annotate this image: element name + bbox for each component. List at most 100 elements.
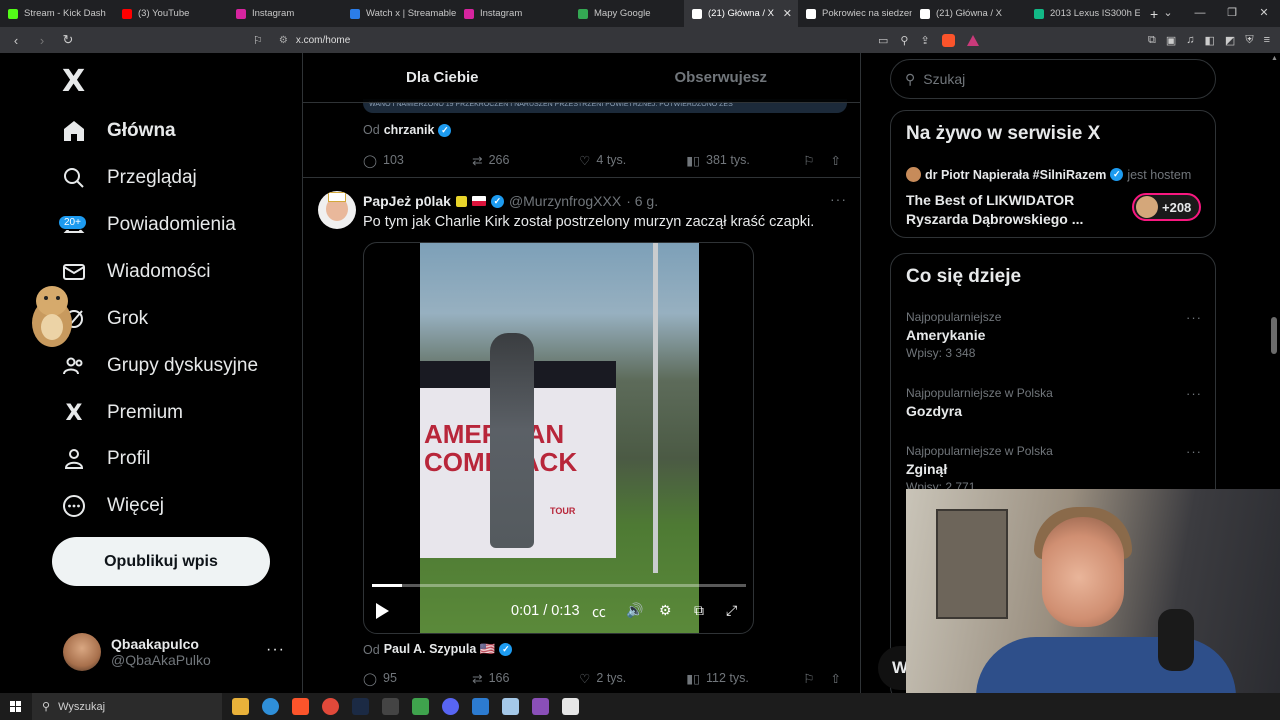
nav-item-premium[interactable]: X Premium <box>62 393 184 433</box>
more-icon[interactable]: ··· <box>1186 310 1202 325</box>
views-button[interactable]: ▮▯ 381 tys. <box>686 153 803 168</box>
extensions-icon[interactable]: ⧉ <box>1148 34 1156 47</box>
steam-icon[interactable] <box>352 698 369 715</box>
brave-icon[interactable] <box>292 698 309 715</box>
game-launcher-icon[interactable] <box>412 698 429 715</box>
volume-icon[interactable]: 🔊 <box>626 602 643 619</box>
nav-item-home[interactable]: Główna <box>62 111 176 151</box>
views-button[interactable]: ▮▯ 112 tys. <box>686 671 803 686</box>
post-button[interactable]: Opublikuj wpis <box>52 537 270 586</box>
nav-item-communities[interactable]: Grupy dyskusyjne <box>62 346 258 386</box>
url-text[interactable]: x.com/home <box>296 35 350 46</box>
more-icon[interactable]: ··· <box>1186 444 1202 459</box>
nav-item-more[interactable]: Więcej <box>62 486 164 526</box>
chrome-icon[interactable] <box>322 698 339 715</box>
more-icon[interactable]: ··· <box>266 641 285 659</box>
restore-button[interactable]: ❐ <box>1216 0 1248 27</box>
browser-tab[interactable]: 2013 Lexus IS300h Elit <box>1026 0 1140 27</box>
trend-item[interactable]: Najpopularniejsze w Polska Gozdyra ··· <box>906 386 1202 419</box>
taskbar-search[interactable]: ⚲ Wyszukaj <box>32 693 222 720</box>
menu-icon[interactable]: ≡ <box>1264 34 1270 46</box>
browser-tab[interactable]: Watch x | Streamable <box>342 0 456 27</box>
browser-tab[interactable]: Instagram <box>456 0 570 27</box>
browser-tab[interactable]: Stream - Kick Dash <box>0 0 114 27</box>
obs-icon[interactable] <box>382 698 399 715</box>
tweet-more-icon[interactable]: ··· <box>830 191 847 207</box>
source-name[interactable]: chrzanik <box>384 123 435 137</box>
browser-tab[interactable]: (21) Główna / X <box>912 0 1026 27</box>
browser-tab[interactable]: Pokrowiec na siedzenie <box>798 0 912 27</box>
scroll-up-arrow[interactable]: ▲ <box>1271 55 1278 62</box>
reply-button[interactable]: ◯ 103 <box>363 153 472 168</box>
cast-icon[interactable]: ▭ <box>878 34 888 47</box>
browser-tab[interactable]: (3) YouTube <box>114 0 228 27</box>
like-button[interactable]: ♡ 4 tys. <box>579 153 686 168</box>
browser-tab[interactable]: (21) Główna / X ✕ <box>684 0 798 27</box>
share-icon[interactable]: ⇪ <box>920 34 929 47</box>
bookmark-icon[interactable]: ⚐ <box>253 34 263 47</box>
pip-icon[interactable]: ⧉ <box>694 602 704 619</box>
repost-button[interactable]: ⇄ 266 <box>472 153 579 168</box>
app-window-icon[interactable] <box>562 698 579 715</box>
author-handle[interactable]: @MurzynfrogXXX <box>509 193 621 209</box>
bookmark-icon[interactable]: ⚐ <box>803 153 814 168</box>
browser-tab[interactable]: Instagram <box>228 0 342 27</box>
brave-shields-icon[interactable] <box>941 33 955 47</box>
bookmark-icon[interactable]: ⚐ <box>803 671 814 686</box>
account-switcher[interactable]: Qbaakapulco @QbaAkaPulko ··· <box>63 633 284 671</box>
start-button[interactable] <box>0 701 30 712</box>
sidebar-toggle-icon[interactable]: ◧ <box>1205 34 1215 47</box>
author-name[interactable]: PapJeż p0lak <box>363 193 451 209</box>
more-icon[interactable]: ··· <box>1186 386 1202 401</box>
trend-item[interactable]: Najpopularniejsze w Polska Zginął Wpisy:… <box>906 444 1202 494</box>
vpn-icon[interactable]: ⛨ <box>1245 34 1253 47</box>
screenshot-icon[interactable]: ▣ <box>1166 34 1176 47</box>
brave-rewards-icon[interactable] <box>966 34 979 46</box>
space-listeners-pill[interactable]: +208 <box>1132 193 1201 221</box>
close-tab-icon[interactable]: ✕ <box>783 7 792 20</box>
tab-for-you[interactable]: Dla Ciebie <box>303 53 582 102</box>
video-progress-bar[interactable] <box>372 584 746 587</box>
nav-item-messages[interactable]: Wiadomości <box>62 252 210 292</box>
tab-following[interactable]: Obserwujesz <box>582 53 861 102</box>
reply-button[interactable]: ◯ 95 <box>363 671 472 686</box>
share-icon[interactable]: ⇧ <box>831 671 841 686</box>
repost-button[interactable]: ⇄ 166 <box>472 671 579 686</box>
tab-search-icon[interactable]: ⌄ <box>1152 0 1184 27</box>
wallet-icon[interactable]: ◩ <box>1225 34 1235 47</box>
nav-item-explore[interactable]: Przeglądaj <box>62 158 197 198</box>
like-button[interactable]: ♡ 2 tys. <box>579 671 686 686</box>
tweet-avatar[interactable] <box>318 191 356 229</box>
trend-item[interactable]: Najpopularniejsze Amerykanie Wpisy: 3 34… <box>906 310 1202 360</box>
close-window-button[interactable]: ✕ <box>1248 0 1280 27</box>
play-icon[interactable] <box>376 603 389 619</box>
back-icon[interactable]: ‹ <box>6 33 26 48</box>
mail-app-icon[interactable] <box>472 698 489 715</box>
reload-icon[interactable]: ↻ <box>58 32 78 48</box>
scrollbar-thumb[interactable] <box>1271 317 1277 354</box>
fullscreen-icon[interactable]: ⤢ <box>726 602 737 619</box>
share-icon[interactable]: ⇧ <box>831 153 841 168</box>
browser-tab[interactable]: Mapy Google <box>570 0 684 27</box>
video-player[interactable]: AMERICAN COMEBACK TOUR 0:01 / 0:13 ㏄ 🔊 ⚙… <box>363 242 754 634</box>
media-icon[interactable]: ♫ <box>1186 34 1194 46</box>
minimize-button[interactable]: — <box>1184 0 1216 27</box>
search-input[interactable]: ⚲ Szukaj <box>890 59 1216 99</box>
media-app-icon[interactable] <box>532 698 549 715</box>
space-title[interactable]: The Best of LIKWIDATOR Ryszarda Dąbrowsk… <box>906 191 1106 229</box>
discord-icon[interactable] <box>442 698 459 715</box>
space-host[interactable]: dr Piotr Napierała #SilniRazem ✓ jest ho… <box>906 167 1191 182</box>
edge-icon[interactable] <box>262 698 279 715</box>
nav-item-profile[interactable]: Profil <box>62 439 150 479</box>
site-info-icon[interactable]: ⚙ <box>279 35 288 46</box>
x-logo-icon[interactable]: X <box>62 64 85 99</box>
tweet-time[interactable]: · 6 g. <box>626 193 658 209</box>
zoom-icon[interactable]: ⚲ <box>900 34 908 47</box>
file-explorer-icon[interactable] <box>232 698 249 715</box>
settings-icon[interactable]: ⚙ <box>659 602 672 619</box>
notepad-icon[interactable] <box>502 698 519 715</box>
nav-item-notifications[interactable]: 20+ Powiadomienia <box>58 205 236 245</box>
source-name[interactable]: Paul A. Szypula 🇺🇸 <box>384 642 496 657</box>
captions-icon[interactable]: ㏄ <box>592 602 606 622</box>
forward-icon[interactable]: › <box>32 33 52 48</box>
